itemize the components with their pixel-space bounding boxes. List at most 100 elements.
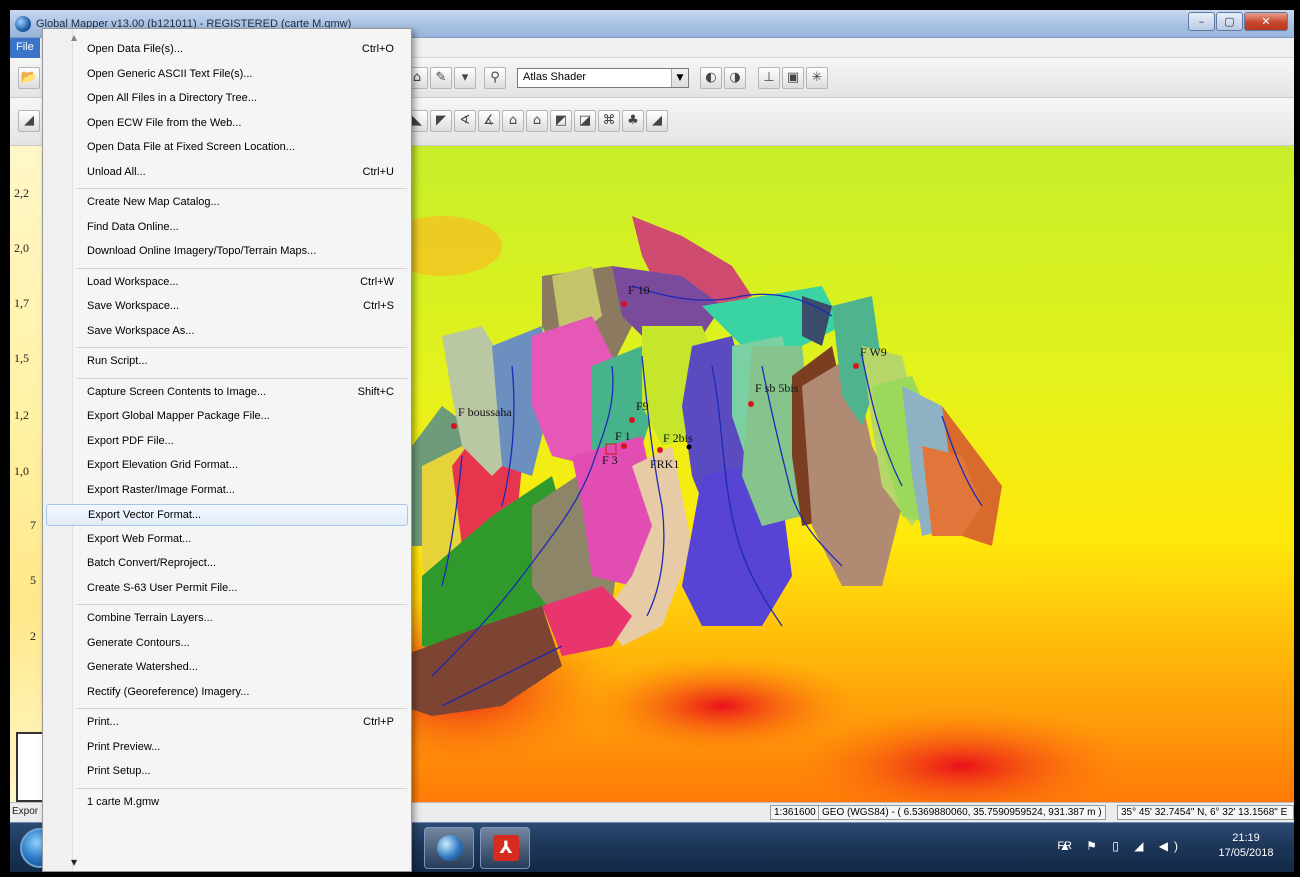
menu-item[interactable]: Create S-63 User Permit File...: [46, 578, 408, 600]
filter-icon[interactable]: ▾: [454, 67, 476, 89]
file-menu-dropdown: ▲ ▼ Open Data File(s)... Ctrl+O Open Gener…: [42, 28, 412, 872]
status-geo-position: GEO (WGS84) - ( 6.5369880060, 35.7590959…: [818, 805, 1106, 820]
menu-item[interactable]: Open Data File at Fixed Screen Location.…: [46, 137, 408, 159]
scroll-down-icon[interactable]: ▼: [71, 858, 77, 867]
chevron-down-icon[interactable]: ▼: [671, 69, 688, 87]
map-label: F W9: [860, 345, 887, 359]
menu-item-label: Download Online Imagery/Topo/Terrain Map…: [87, 245, 317, 257]
menu-item[interactable]: Print Setup...: [46, 761, 408, 783]
menu-separator: [77, 377, 407, 379]
clock-date: 17/05/2018: [1218, 847, 1274, 859]
legend-label: 2: [30, 629, 36, 643]
menu-item-label: Create New Map Catalog...: [87, 196, 220, 208]
menu-item[interactable]: Create New Map Catalog...: [46, 192, 408, 214]
menu-separator: [77, 347, 407, 348]
app-window: Global Mapper v13.00 (b121011) - REGISTE…: [10, 10, 1294, 872]
map-view[interactable]: F 10 F W9 F sb 5bis F boussaha F9 F 1 F …: [402, 146, 1294, 802]
menu-item[interactable]: Print... Ctrl+P: [46, 712, 408, 734]
station-marker: [657, 447, 663, 453]
menu-item[interactable]: Export Global Mapper Package File...: [46, 406, 408, 428]
close-button[interactable]: ✕: [1244, 12, 1288, 31]
menu-item[interactable]: Export Elevation Grid Format...: [46, 455, 408, 477]
menu-item[interactable]: Generate Contours...: [46, 633, 408, 655]
menu-item[interactable]: 1 carte M.gmw: [46, 792, 408, 814]
menu-item-label: Save Workspace...: [87, 300, 180, 312]
menu-item[interactable]: Rectify (Georeference) Imagery...: [46, 682, 408, 704]
menu-item-label: Unload All...: [87, 165, 146, 178]
digitize-tool-9-icon[interactable]: ⌘: [598, 110, 620, 132]
edit-tool-icon[interactable]: ◢: [18, 110, 40, 132]
digitize-tool-6-icon[interactable]: ⌂: [526, 110, 548, 132]
digitize-tool-7-icon[interactable]: ◩: [550, 110, 572, 132]
digitize-tool-4-icon[interactable]: ∡: [478, 110, 500, 132]
station-marker: [629, 417, 635, 423]
menu-item-label: Load Workspace...: [87, 275, 179, 288]
shader-select[interactable]: Atlas Shader ▼: [517, 68, 689, 88]
digitize-tool-3-icon[interactable]: ∢: [454, 110, 476, 132]
tray-icons[interactable]: ▲ ⚑ ▯ ◢ ◀): [1059, 839, 1184, 853]
pen-icon[interactable]: ✎: [430, 67, 452, 89]
menu-item-shortcut: Ctrl+U: [362, 165, 394, 178]
legend-label: 1,0: [14, 464, 29, 478]
menu-item[interactable]: Unload All... Ctrl+U: [46, 162, 408, 184]
menu-item[interactable]: Open Data File(s)... Ctrl+O: [46, 39, 408, 61]
menu-item[interactable]: Find Data Online...: [46, 217, 408, 239]
menu-item[interactable]: Run Script...: [46, 351, 408, 373]
map-label: F9: [636, 399, 649, 413]
station-marker: [686, 444, 692, 450]
globe-icon: [15, 16, 31, 32]
menu-item[interactable]: Export Raster/Image Format...: [46, 480, 408, 502]
menu-item-label: Export PDF File...: [87, 434, 174, 447]
menu-item[interactable]: Generate Watershed...: [46, 657, 408, 679]
digitize-tool-2-icon[interactable]: ◤: [430, 110, 452, 132]
menu-item[interactable]: Open ECW File from the Web...: [46, 113, 408, 135]
menu-item-label: Open ECW File from the Web...: [87, 116, 242, 129]
taskbar-global-mapper[interactable]: [424, 827, 474, 869]
menu-item-label: Print Setup...: [87, 765, 151, 777]
legend-label: 1,2: [14, 408, 29, 422]
maximize-button[interactable]: ▢: [1216, 12, 1243, 31]
digitize-tool-5-icon[interactable]: ⌂: [502, 110, 524, 132]
menu-item-label: Capture Screen Contents to Image...: [87, 385, 267, 398]
digitize-tool-8-icon[interactable]: ◪: [574, 110, 596, 132]
taskbar-acrobat[interactable]: ⅄: [480, 827, 530, 869]
map-label: F 2bis: [663, 431, 693, 445]
menu-item[interactable]: Export PDF File...: [46, 431, 408, 453]
menu-item[interactable]: Load Workspace... Ctrl+W: [46, 272, 408, 294]
shader-options-icon[interactable]: ◑: [724, 67, 746, 89]
station-marker: [748, 401, 754, 407]
menu-item[interactable]: Capture Screen Contents to Image... Shift…: [46, 382, 408, 404]
menu-item[interactable]: Save Workspace As...: [46, 321, 408, 343]
measure-icon[interactable]: ⊥: [758, 67, 780, 89]
binoculars-icon[interactable]: ⚲: [484, 67, 506, 89]
menu-item[interactable]: Batch Convert/Reproject...: [46, 553, 408, 575]
menu-item-label: Create S-63 User Permit File...: [87, 581, 238, 594]
globe-icon: [437, 835, 463, 861]
menu-item[interactable]: Download Online Imagery/Topo/Terrain Map…: [46, 241, 408, 263]
open-folder-icon[interactable]: 📂: [18, 67, 40, 89]
menu-item-label: Find Data Online...: [87, 220, 179, 233]
menu-item[interactable]: Save Workspace... Ctrl+S: [46, 296, 408, 318]
star-icon[interactable]: ✳: [806, 67, 828, 89]
digitize-tool-11-icon[interactable]: ◢: [646, 110, 668, 132]
menu-item[interactable]: Open All Files in a Directory Tree...: [46, 88, 408, 110]
menu-separator: [77, 188, 407, 189]
menu-item-label: Export Web Format...: [87, 532, 192, 545]
clock[interactable]: 21:19 17/05/2018: [1206, 831, 1286, 861]
minimize-button[interactable]: –: [1188, 12, 1215, 31]
menu-item-label: Generate Watershed...: [87, 661, 198, 673]
digitize-tool-10-icon[interactable]: ♣: [622, 110, 644, 132]
menu-item[interactable]: Export Vector Format...: [46, 504, 408, 526]
menu-item[interactable]: Print Preview...: [46, 737, 408, 759]
menu-item[interactable]: Open Generic ASCII Text File(s)...: [46, 64, 408, 86]
map-label: F 10: [628, 283, 650, 297]
config-icon[interactable]: ▣: [782, 67, 804, 89]
menu-item-label: Export Elevation Grid Format...: [87, 459, 238, 471]
menu-item-shortcut: Shift+C: [357, 385, 394, 398]
pdf-icon: ⅄: [493, 835, 519, 861]
menu-file[interactable]: File: [10, 38, 40, 58]
menu-item[interactable]: Combine Terrain Layers...: [46, 608, 408, 630]
menu-separator: [77, 708, 407, 709]
palette-icon[interactable]: ◐: [700, 67, 722, 89]
menu-item[interactable]: Export Web Format...: [46, 529, 408, 551]
